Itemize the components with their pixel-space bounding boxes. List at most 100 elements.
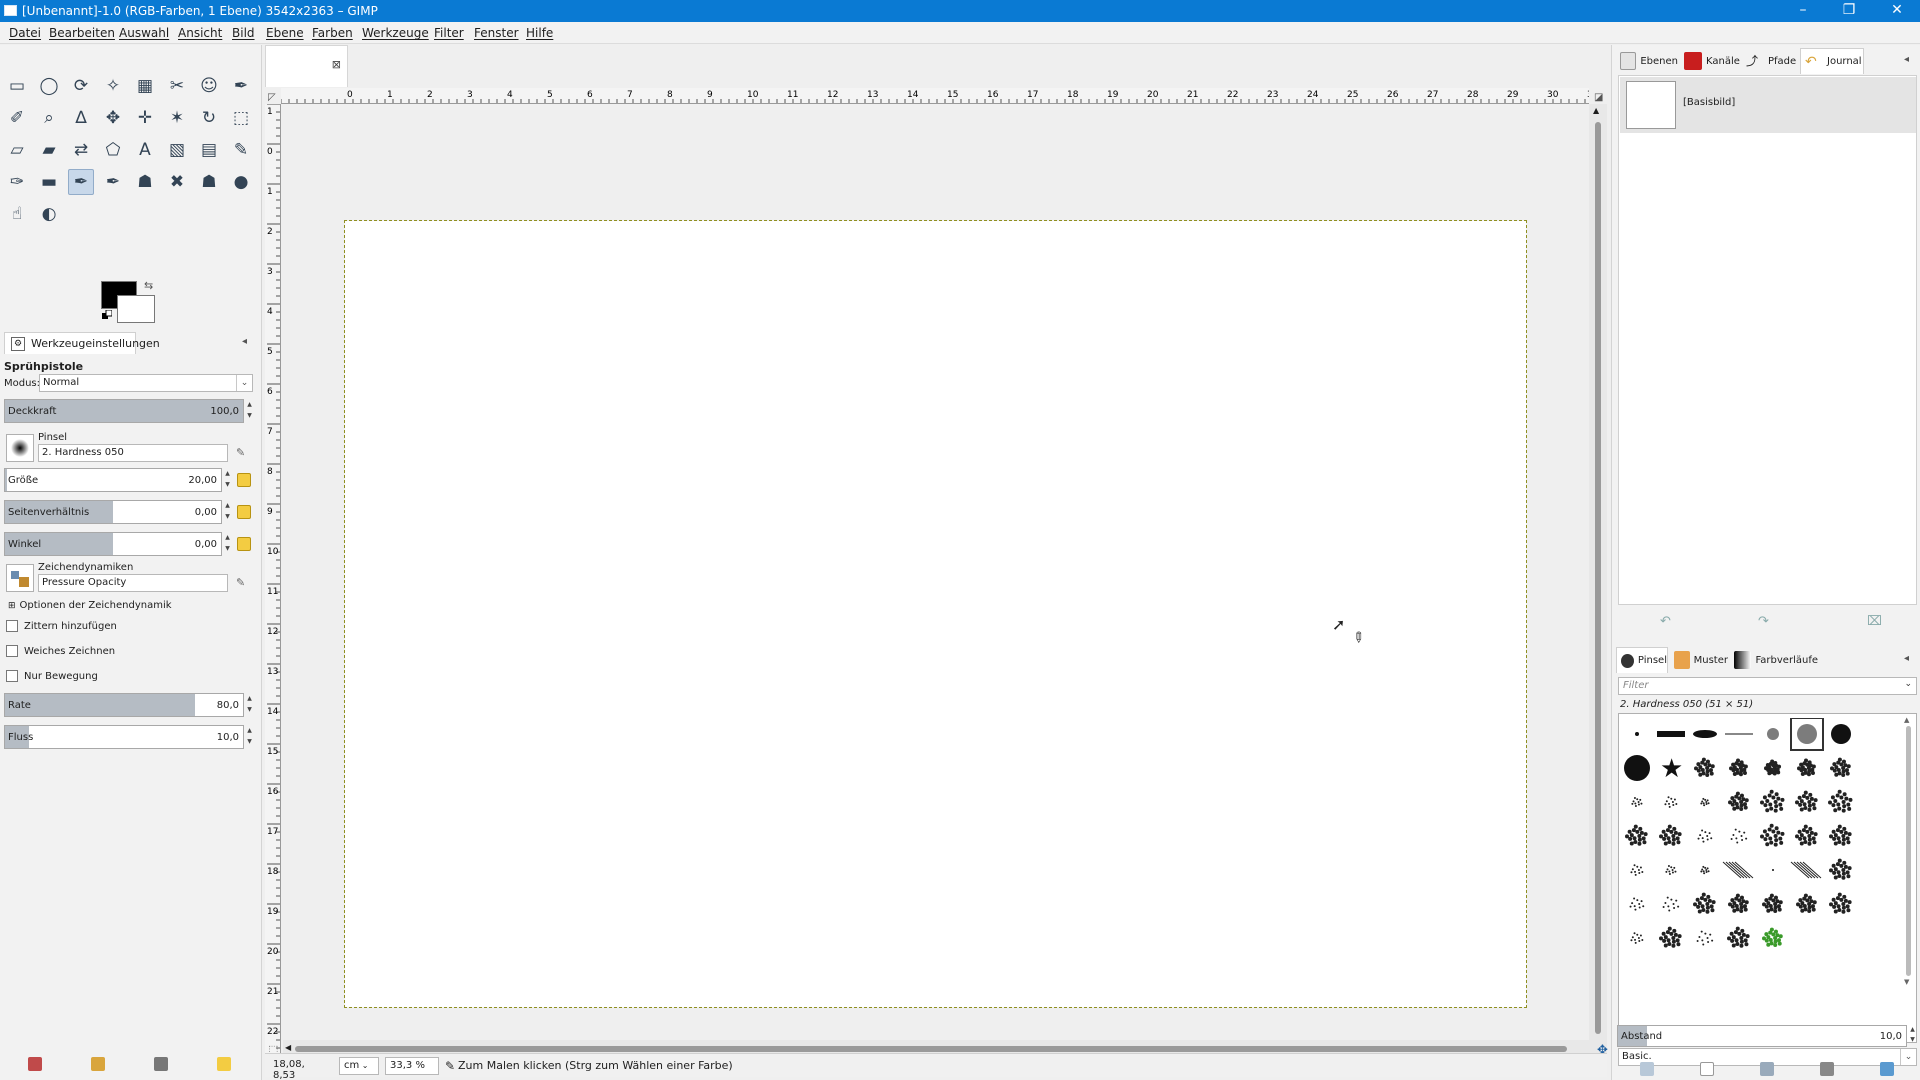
new-brush-icon[interactable]: [1700, 1062, 1714, 1076]
restore-options-icon[interactable]: [91, 1057, 105, 1071]
close-button[interactable]: ✕: [1874, 0, 1920, 22]
canvas[interactable]: ➚ ✎: [282, 105, 1589, 1040]
tab-channels[interactable]: Kanäle: [1680, 48, 1740, 74]
brush-thumbnail[interactable]: [1762, 927, 1783, 948]
measure-icon[interactable]: ∆: [68, 105, 94, 131]
foreground-select-icon[interactable]: ☺: [196, 73, 222, 99]
spacing-stepper[interactable]: ▲ ▼: [1908, 1025, 1917, 1047]
panel-menu-icon[interactable]: ◂: [242, 336, 247, 347]
brush-thumbnail[interactable]: [1767, 728, 1779, 740]
menu-filter[interactable]: Filter: [434, 26, 464, 40]
brush-thumbnail[interactable]: [1790, 861, 1822, 879]
brush-scroll-thumb[interactable]: [1906, 726, 1911, 976]
maximize-button[interactable]: ❐: [1826, 0, 1872, 22]
airbrush-icon[interactable]: ✒: [68, 169, 94, 195]
tab-tool-options[interactable]: ⚙ Werkzeugeinstellungen: [4, 332, 160, 354]
brush-thumbnail[interactable]: [1728, 893, 1749, 914]
dodge-burn-icon[interactable]: ◐: [36, 201, 62, 227]
brush-thumbnail[interactable]: [1831, 724, 1851, 744]
flow-slider[interactable]: Fluss 10,0: [4, 725, 244, 749]
aspect-slider[interactable]: Seitenverhältnis 0,00: [4, 500, 222, 524]
dock-menu-icon[interactable]: ◂: [1904, 54, 1909, 65]
tab-gradients[interactable]: Farbverläufe: [1730, 647, 1818, 673]
brush-thumbnail[interactable]: [1760, 789, 1785, 813]
tab-patterns[interactable]: Muster: [1670, 647, 1728, 673]
move-icon[interactable]: ✥: [100, 105, 126, 131]
delete-options-icon[interactable]: [154, 1057, 168, 1071]
brush-thumbnail[interactable]: [1730, 828, 1748, 844]
swap-colors-icon[interactable]: ⇆: [144, 279, 153, 292]
brush-filter-input[interactable]: Filter ⌄: [1618, 677, 1917, 695]
ruler-corner-icon[interactable]: ◸: [268, 92, 276, 103]
brush-thumbnail[interactable]: [1829, 824, 1852, 846]
eraser-icon[interactable]: ▬: [36, 169, 62, 195]
brush-thumbnail[interactable]: [1828, 789, 1853, 813]
rotate-icon[interactable]: ↻: [196, 105, 222, 131]
brush-thumbnail[interactable]: [1697, 829, 1713, 843]
brush-thumbnail[interactable]: [1630, 864, 1644, 876]
blend-icon[interactable]: ▤: [196, 137, 222, 163]
brush-thumbnail[interactable]: [1700, 797, 1710, 807]
ellipse-select-icon[interactable]: ◯: [36, 73, 62, 99]
dynamics-options-expander[interactable]: ⊞ Optionen der Zeichendynamik: [8, 600, 172, 611]
paths-icon[interactable]: ✒: [228, 73, 254, 99]
crop-icon[interactable]: ⬚: [228, 105, 254, 131]
rect-select-icon[interactable]: ▭: [4, 73, 30, 99]
reset-size-icon[interactable]: [237, 473, 251, 487]
scissors-select-icon[interactable]: ✂: [164, 73, 190, 99]
brush-thumbnail[interactable]: [1625, 824, 1648, 846]
brush-thumbnail[interactable]: [1795, 824, 1818, 846]
scroll-down-icon[interactable]: ▼: [1904, 978, 1914, 986]
zoom-icon[interactable]: ⌕: [36, 105, 62, 131]
brush-thumbnail[interactable]: [1762, 893, 1783, 914]
reset-aspect-icon[interactable]: [237, 505, 251, 519]
rate-slider[interactable]: Rate 80,0: [4, 693, 244, 717]
zoom-select[interactable]: 33,3 %: [385, 1057, 439, 1075]
brush-thumbnail[interactable]: [1693, 892, 1716, 914]
motion-only-checkbox[interactable]: Nur Bewegung: [6, 670, 98, 682]
close-tab-icon[interactable]: ⊠: [332, 58, 341, 71]
brush-thumbnail[interactable]: [1722, 861, 1754, 879]
canvas-menu-icon[interactable]: ◪: [1594, 92, 1603, 103]
scroll-up-icon[interactable]: ▲: [1904, 716, 1914, 724]
angle-slider[interactable]: Winkel 0,00: [4, 532, 222, 556]
reset-angle-icon[interactable]: [237, 537, 251, 551]
brush-thumbnail[interactable]: [1694, 757, 1715, 778]
reset-colors-icon[interactable]: [102, 309, 113, 320]
align-icon[interactable]: ✛: [132, 105, 158, 131]
menu-farben[interactable]: Farben: [312, 26, 353, 40]
brush-thumbnail[interactable]: [1772, 869, 1774, 871]
horizontal-ruler[interactable]: 0 1 2 3 4 5 6 7 8 9 10 11 12 13 14 15 16 17 18 19 20 21 22 23 24…: [281, 88, 1589, 104]
aspect-stepper[interactable]: ▲ ▼: [223, 500, 232, 524]
duplicate-brush-icon[interactable]: [1760, 1062, 1774, 1076]
edit-brush-icon[interactable]: ✎: [236, 446, 250, 460]
rate-stepper[interactable]: ▲ ▼: [245, 693, 254, 717]
background-color[interactable]: [117, 295, 155, 323]
brush-thumbnail[interactable]: [1760, 823, 1785, 847]
save-options-icon[interactable]: [28, 1057, 42, 1071]
brush-thumbnail[interactable]: ★: [1660, 754, 1683, 784]
menu-fenster[interactable]: Fenster: [474, 26, 519, 40]
brush-thumbnail[interactable]: [1693, 730, 1717, 738]
dynamics-field[interactable]: Pressure Opacity: [38, 574, 228, 592]
menu-werkzeuge[interactable]: Werkzeuge: [362, 26, 429, 40]
minimize-button[interactable]: –: [1780, 0, 1826, 22]
brush-thumbnail[interactable]: [1696, 930, 1714, 946]
brush-thumbnail[interactable]: [1796, 893, 1817, 914]
tab-journal[interactable]: ↶ Journal: [1800, 48, 1864, 74]
brush-thumbnail[interactable]: [1659, 926, 1682, 948]
menu-datei[interactable]: Datei: [9, 26, 41, 40]
brush-thumbnail[interactable]: [1659, 824, 1682, 846]
menu-ansicht[interactable]: Ansicht: [178, 26, 222, 40]
horizontal-scroll-thumb[interactable]: [295, 1046, 1567, 1052]
brush-thumbnail[interactable]: [1729, 758, 1748, 777]
cage-icon[interactable]: ⬠: [100, 137, 126, 163]
unit-select[interactable]: cm ⌄: [339, 1057, 379, 1075]
brush-thumbnail[interactable]: [1727, 926, 1750, 948]
scroll-left-icon[interactable]: ◀: [285, 1043, 291, 1052]
brush-thumbnail[interactable]: [1630, 932, 1644, 944]
menu-ebene[interactable]: Ebene: [266, 26, 304, 40]
tab-paths[interactable]: ⤴ Pfade: [1742, 48, 1798, 74]
journal-item[interactable]: [Basisbild]: [1620, 77, 1916, 133]
spacing-slider[interactable]: Abstand 10,0: [1617, 1025, 1907, 1047]
